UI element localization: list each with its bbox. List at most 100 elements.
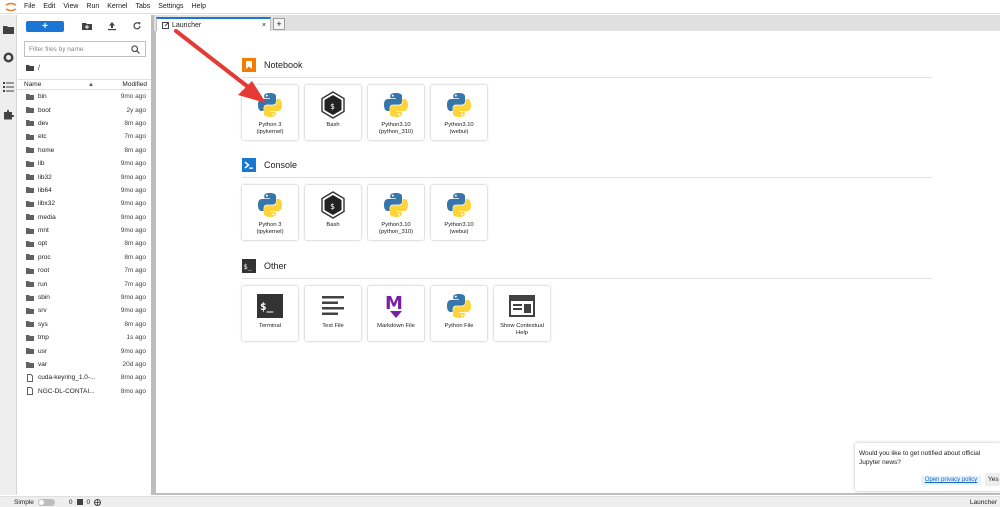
- extensions-puzzle-icon[interactable]: [3, 109, 14, 120]
- file-list-item[interactable]: tmp 1s ago: [18, 331, 151, 344]
- terminal-icon: $_: [256, 292, 284, 320]
- file-list-item[interactable]: sys 8m ago: [18, 318, 151, 331]
- file-list-item[interactable]: home 8m ago: [18, 144, 151, 157]
- folder-icon: [26, 294, 34, 301]
- folder-icon: [26, 281, 34, 288]
- refresh-icon[interactable]: [132, 21, 142, 31]
- file-name: usr: [38, 347, 48, 355]
- file-name: dev: [38, 119, 49, 127]
- filter-files-input[interactable]: Filter files by name: [24, 41, 146, 57]
- upload-icon[interactable]: [107, 21, 117, 31]
- new-launcher-button[interactable]: +: [26, 20, 64, 32]
- menu-view[interactable]: View: [63, 3, 78, 10]
- running-sessions-icon[interactable]: [3, 52, 14, 63]
- folder-icon: [26, 334, 34, 341]
- simple-mode-label: Simple: [14, 498, 34, 506]
- folder-icon: [26, 200, 34, 207]
- notification-message: Would you like to get notified about off…: [859, 450, 981, 466]
- section-title: Other: [264, 261, 287, 271]
- launcher-card[interactable]: $ Bash: [305, 185, 361, 240]
- status-bar: Simple 0 0 Launcher: [0, 496, 1000, 507]
- file-list-item[interactable]: sbin 9mo ago: [18, 291, 151, 304]
- file-modified: 9mo ago: [120, 160, 146, 168]
- card-label: Python 3 (ipykernel): [256, 122, 284, 135]
- file-list-item[interactable]: media 9mo ago: [18, 211, 151, 224]
- menu-tabs[interactable]: Tabs: [135, 3, 150, 10]
- kernel-status-icon: [94, 498, 102, 506]
- new-folder-icon[interactable]: [82, 21, 92, 31]
- file-modified: 8mo ago: [120, 374, 146, 382]
- folder-icon[interactable]: [3, 24, 14, 35]
- file-modified: 9mo ago: [120, 294, 146, 302]
- card-label: Python3.10 (webui): [444, 222, 474, 235]
- launcher-card[interactable]: Text File: [305, 286, 361, 341]
- file-name: lib32: [38, 173, 52, 181]
- file-list-item[interactable]: boot 2y ago: [18, 103, 151, 116]
- yes-button[interactable]: Yes: [985, 473, 1000, 486]
- file-list-item[interactable]: srv 9mo ago: [18, 304, 151, 317]
- launcher-card[interactable]: Python3.10 (python_310): [368, 185, 424, 240]
- menu-file[interactable]: File: [24, 3, 35, 10]
- file-name: libx32: [38, 200, 55, 208]
- launcher-card[interactable]: Python File: [431, 286, 487, 341]
- file-list-item[interactable]: run 7m ago: [18, 277, 151, 290]
- file-list-item[interactable]: libx32 9mo ago: [18, 197, 151, 210]
- file-list-item[interactable]: mnt 9mo ago: [18, 224, 151, 237]
- file-modified: 20d ago: [122, 361, 147, 368]
- launcher-card[interactable]: Python3.10 (webui): [431, 85, 487, 140]
- file-list-item[interactable]: opt 8m ago: [18, 237, 151, 250]
- file-modified: 2y ago: [126, 106, 146, 114]
- table-of-contents-icon[interactable]: [3, 81, 14, 92]
- launcher-card[interactable]: Python 3 (ipykernel): [242, 185, 298, 240]
- file-list-item[interactable]: dev 8m ago: [18, 117, 151, 130]
- folder-icon: [26, 227, 34, 234]
- folder-icon: [26, 214, 34, 221]
- file-list-item[interactable]: lib32 9mo ago: [18, 170, 151, 183]
- column-modified[interactable]: Modified: [122, 81, 147, 88]
- simple-mode-toggle[interactable]: [37, 498, 55, 506]
- file-name: sbin: [38, 294, 50, 302]
- file-list-item[interactable]: lib 9mo ago: [18, 157, 151, 170]
- file-list-item[interactable]: lib64 9mo ago: [18, 184, 151, 197]
- launcher-card[interactable]: M Markdown File: [368, 286, 424, 341]
- file-list-item[interactable]: etc 7m ago: [18, 130, 151, 143]
- folder-icon: [26, 361, 34, 368]
- file-list-item[interactable]: var 20d ago: [18, 358, 151, 371]
- folder-icon: [26, 321, 34, 328]
- menu-run[interactable]: Run: [86, 3, 99, 10]
- file-list-item[interactable]: proc 8m ago: [18, 251, 151, 264]
- menu-settings[interactable]: Settings: [158, 3, 183, 10]
- file-modified: 9mo ago: [120, 213, 146, 221]
- launcher-card[interactable]: Python3.10 (python_310): [368, 85, 424, 140]
- card-label: Show Contextual Help: [500, 323, 544, 336]
- card-label: Markdown File: [377, 323, 415, 329]
- menu-edit[interactable]: Edit: [43, 3, 55, 10]
- python-icon: [382, 91, 410, 119]
- python-icon: [445, 191, 473, 219]
- launcher-card[interactable]: Show Contextual Help: [494, 286, 550, 341]
- folder-icon: [26, 65, 34, 71]
- file-modified: 8m ago: [124, 320, 146, 328]
- breadcrumb[interactable]: /: [26, 63, 151, 73]
- file-list-item[interactable]: cuda-keyring_1.0-... 8mo ago: [18, 371, 151, 384]
- launcher-card[interactable]: $_ Terminal: [242, 286, 298, 341]
- launcher-card[interactable]: Python3.10 (webui): [431, 185, 487, 240]
- python-icon: [382, 191, 410, 219]
- left-sidebar-rail: [0, 15, 17, 495]
- menu-kernel[interactable]: Kernel: [107, 3, 127, 10]
- file-list-item[interactable]: usr 9mo ago: [18, 344, 151, 357]
- text-file-icon: [319, 292, 347, 320]
- breadcrumb-root[interactable]: /: [38, 65, 40, 72]
- menu-help[interactable]: Help: [192, 3, 206, 10]
- folder-icon: [26, 93, 34, 100]
- file-list-item[interactable]: root 7m ago: [18, 264, 151, 277]
- file-list-item[interactable]: NGC-DL-CONTAI... 8mo ago: [18, 385, 151, 398]
- column-name[interactable]: Name: [24, 81, 41, 88]
- file-list-item[interactable]: bin 9mo ago: [18, 90, 151, 103]
- launcher-section-other: $_ Other $_ Terminal Text File M Markdown File…: [242, 259, 932, 341]
- open-privacy-policy-button[interactable]: Open privacy policy: [921, 476, 981, 485]
- card-label: Python 3 (ipykernel): [256, 222, 284, 235]
- file-browser-panel: + Filter files by name / Name ▲ Modified…: [18, 15, 151, 495]
- launcher-card[interactable]: $ Bash: [305, 85, 361, 140]
- file-modified: 7m ago: [124, 133, 146, 141]
